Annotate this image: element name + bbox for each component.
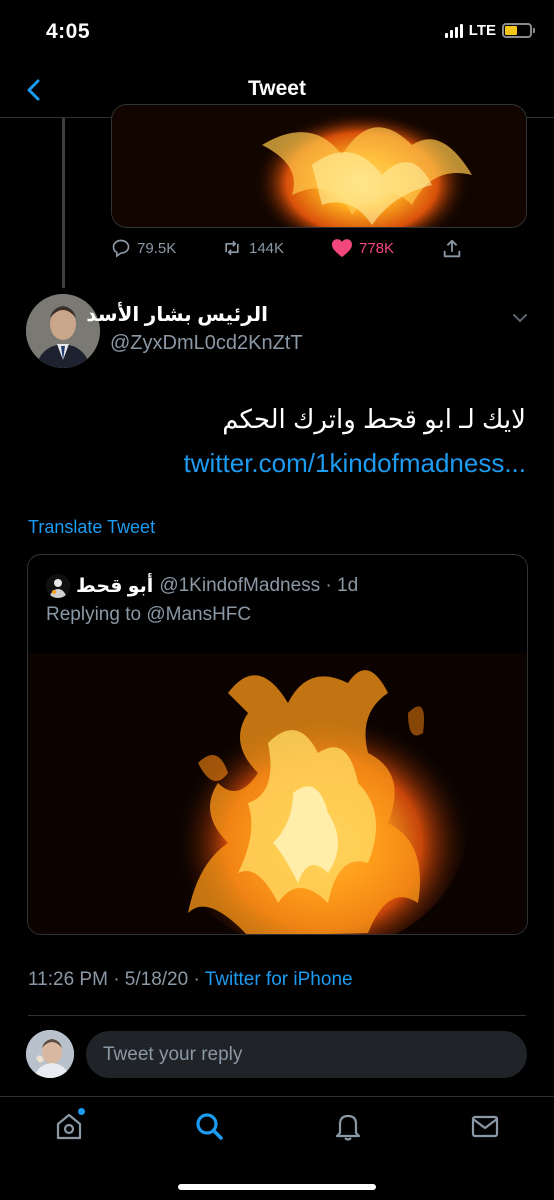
tweet-metadata: 11:26 PM · 5/18/20 · Twitter for iPhone [28,969,353,991]
search-icon [196,1113,223,1140]
page-title: Tweet [248,77,306,100]
battery-icon [502,23,535,38]
thread-line [62,118,65,288]
tab-home[interactable] [52,1108,86,1143]
quoted-avatar [46,574,70,598]
messages-icon [471,1115,499,1138]
tab-notifications[interactable] [331,1109,365,1143]
tab-messages[interactable] [468,1109,502,1143]
tweet-timestamp: 11:26 PM · 5/18/20 · [28,969,205,990]
status-bar: 4:05 LTE [0,0,554,62]
reply-button[interactable]: 79.5K [111,238,176,258]
quoted-author-name: أبو قحط [76,575,154,597]
notification-dot [78,1108,85,1115]
parent-tweet-image[interactable] [111,104,527,228]
home-indicator [178,1184,376,1190]
author-name[interactable]: الرئيس بشار الأسد [86,302,268,327]
signal-icon [444,23,463,38]
tweet-source-link[interactable]: Twitter for iPhone [205,969,353,990]
divider [28,1015,526,1016]
more-options-button[interactable] [510,308,530,328]
fire-image [112,105,526,227]
avatar-image [26,1030,74,1078]
reply-input[interactable] [86,1031,527,1078]
quoted-tweet-image [28,653,527,934]
tweet-link[interactable]: twitter.com/1kindofmadness... [184,448,526,479]
parent-tweet-actions: 79.5K 144K 778K [111,238,471,268]
reply-icon [112,239,130,258]
like-count: 778K [359,239,395,257]
share-button[interactable] [441,238,463,260]
status-time: 4:05 [46,20,91,43]
notifications-icon [335,1114,361,1141]
tab-bar [0,1096,554,1156]
retweet-icon [225,240,239,256]
retweet-button[interactable]: 144K [221,238,284,258]
share-icon [443,239,461,258]
user-avatar[interactable] [26,1030,74,1078]
chevron-down-icon [513,314,527,323]
quoted-tweet-header: أبو قحط @1KindofMadness · 1d [46,574,358,598]
quoted-author-handle: @1KindofMadness · 1d [159,575,359,596]
retweet-count: 144K [249,239,285,257]
tweet-text: لايك لـ ابو قحط واترك الحكم [222,404,526,434]
like-button[interactable]: 778K [331,238,394,258]
network-label: LTE [468,22,496,39]
tab-search[interactable] [192,1109,226,1143]
author-handle: @ZyxDmL0cd2KnZtT [110,332,303,354]
quoted-replying-to: Replying to @MansHFC [46,604,252,625]
heart-icon [332,239,352,258]
quoted-tweet[interactable]: أبو قحط @1KindofMadness · 1d Replying to… [27,554,528,935]
translate-tweet-link[interactable]: Translate Tweet [28,517,155,538]
fire-image [28,653,527,934]
status-indicators: LTE [444,22,535,39]
reply-count: 79.5K [137,239,177,257]
